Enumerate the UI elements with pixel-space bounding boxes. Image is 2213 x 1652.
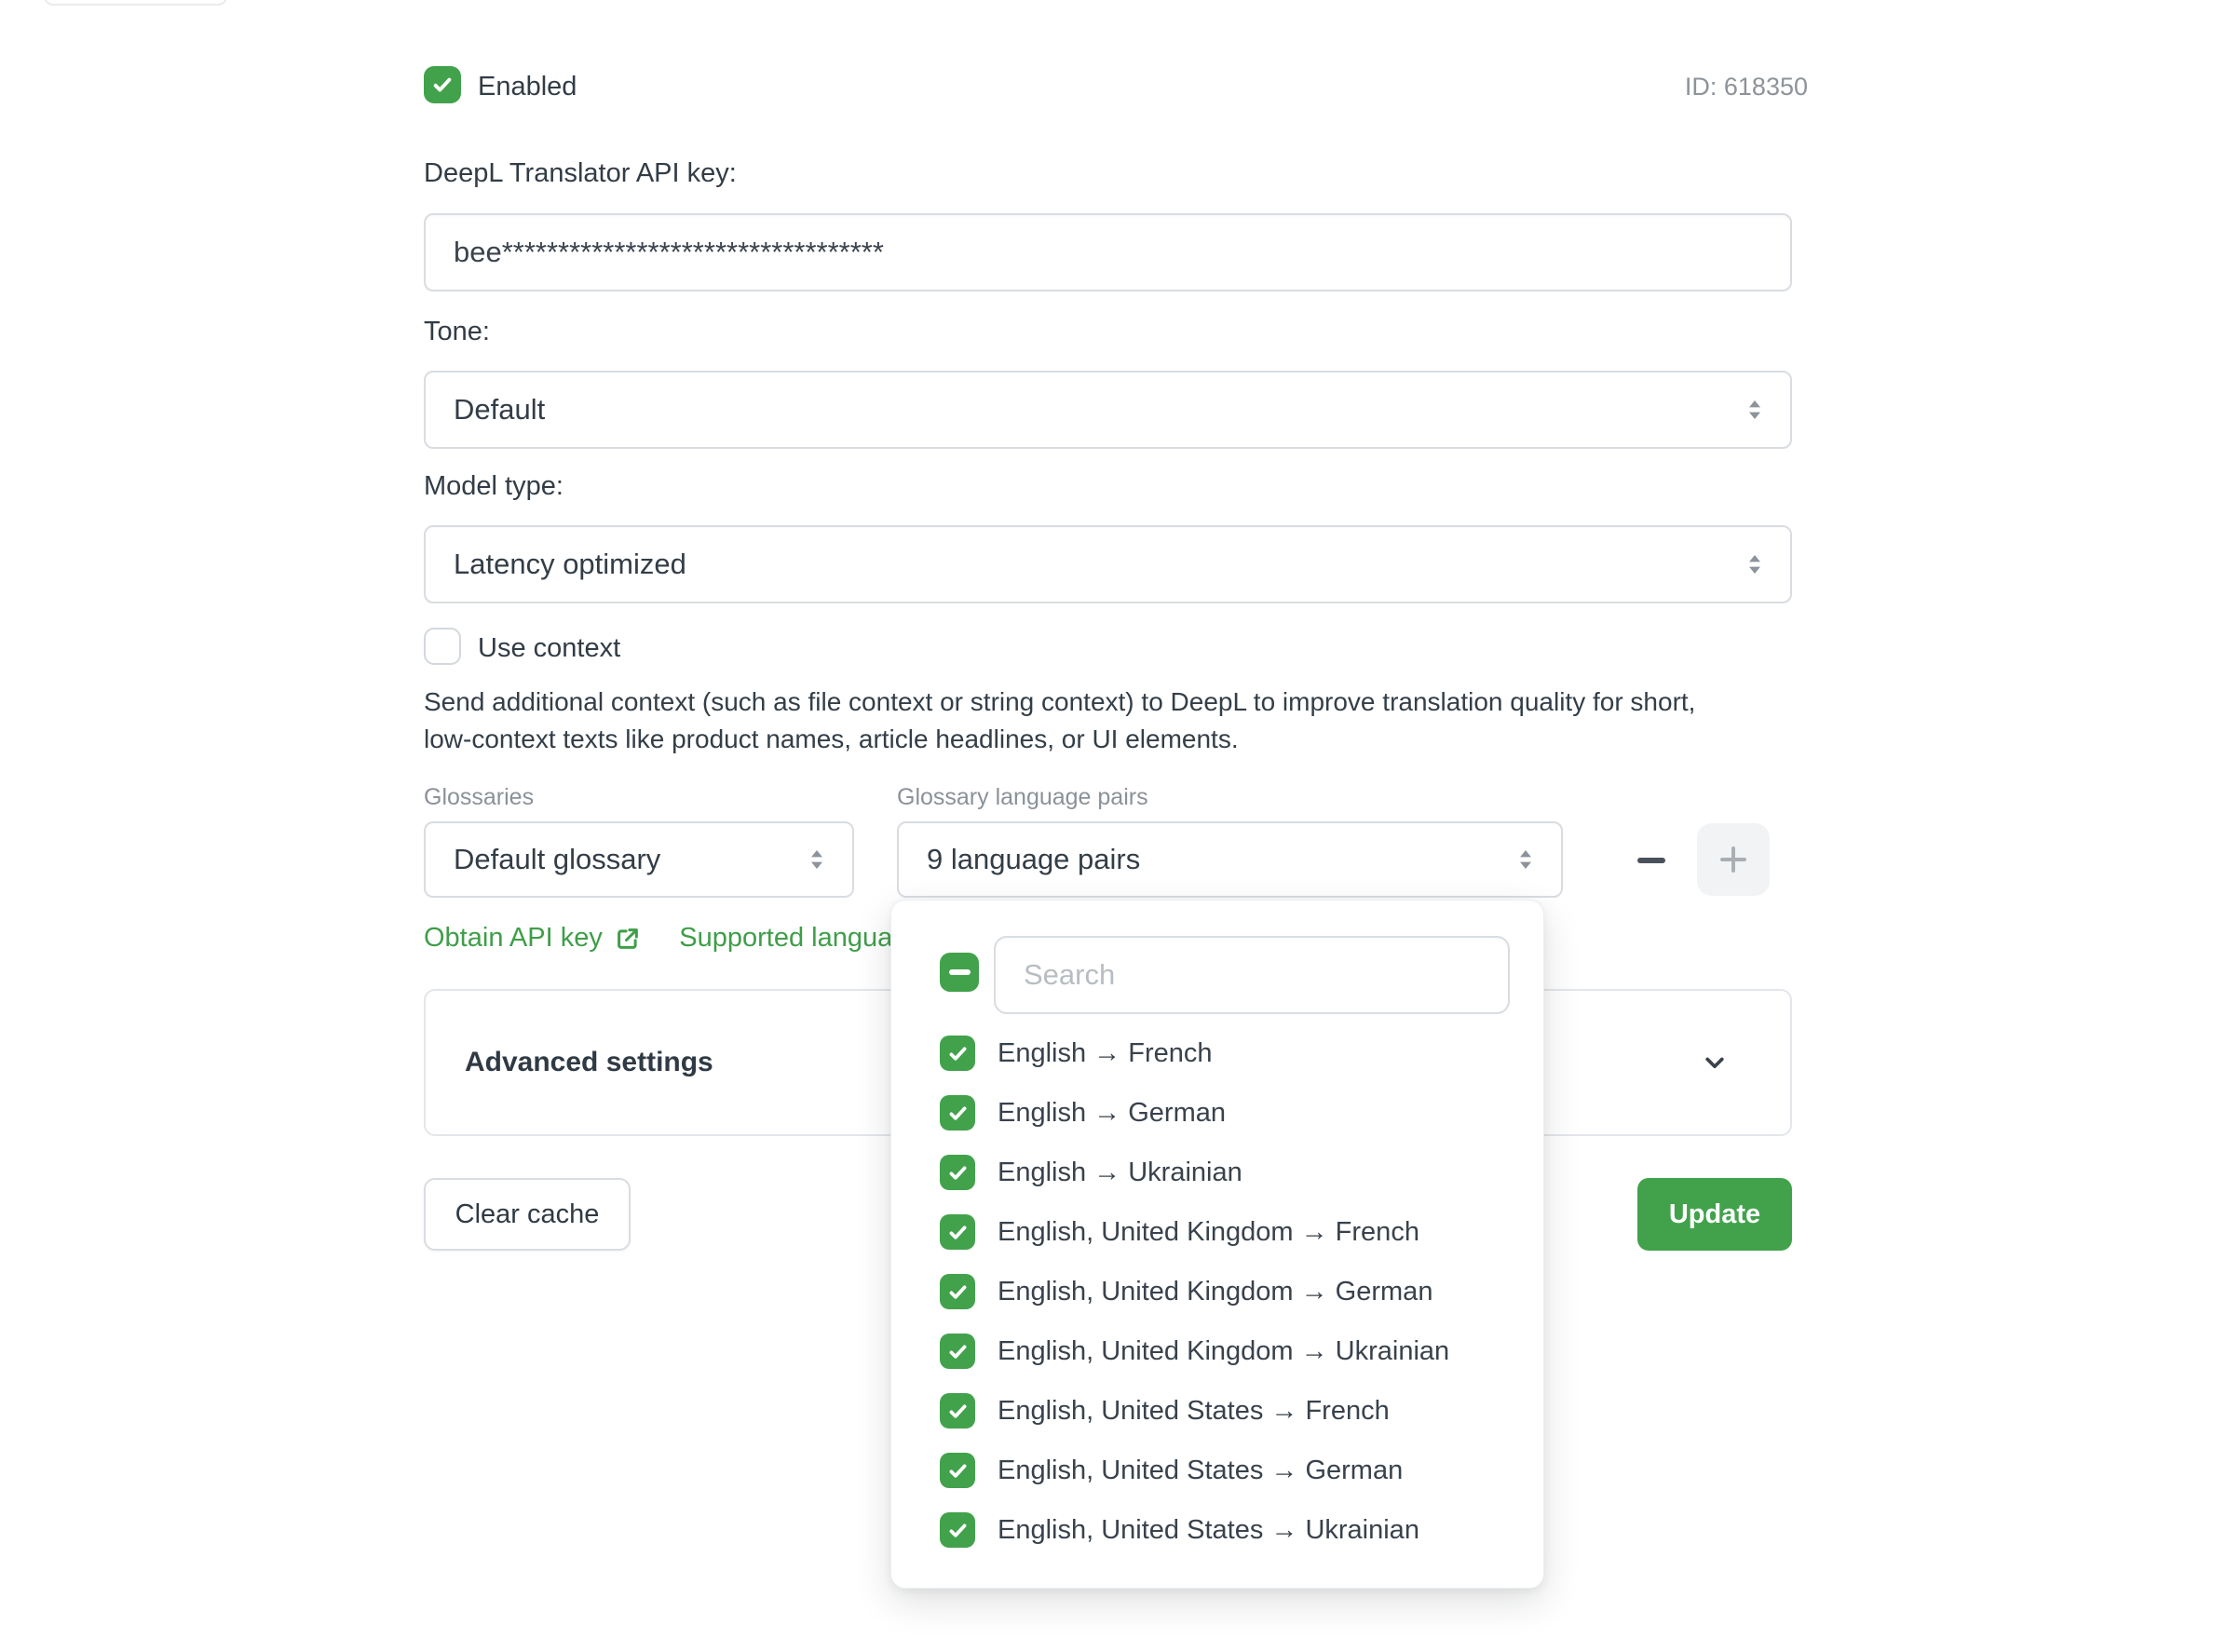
clear-cache-button[interactable]: Clear cache bbox=[424, 1178, 631, 1251]
glossary-pairs-select[interactable]: 9 language pairs bbox=[897, 821, 1563, 898]
minus-icon bbox=[1637, 858, 1665, 863]
checkbox-checked-icon[interactable] bbox=[940, 1155, 975, 1190]
deepl-integration-settings-page: Enabled ID: 618350 DeepL Translator API … bbox=[0, 0, 2213, 1652]
api-key-input[interactable] bbox=[424, 213, 1792, 291]
checkbox-checked-icon[interactable] bbox=[940, 1214, 975, 1250]
glossaries-label: Glossaries bbox=[424, 784, 534, 811]
select-stepper-icon bbox=[1740, 549, 1770, 579]
language-pair-option[interactable]: English, United States → Ukrainian bbox=[940, 1500, 1515, 1560]
api-key-label: DeepL Translator API key: bbox=[424, 158, 737, 189]
language-pair-option[interactable]: English, United States → German bbox=[940, 1441, 1515, 1500]
checkbox-checked-icon[interactable] bbox=[940, 1334, 975, 1369]
checkbox-checked-icon[interactable] bbox=[940, 1453, 975, 1488]
select-stepper-icon bbox=[802, 845, 832, 874]
language-pair-label: English → German bbox=[998, 1098, 1226, 1129]
use-context-checkbox[interactable] bbox=[424, 628, 461, 665]
language-pair-label: English → Ukrainian bbox=[998, 1158, 1242, 1188]
language-pair-option[interactable]: English, United States → French bbox=[940, 1381, 1515, 1441]
language-pair-label: English, United Kingdom → German bbox=[998, 1277, 1432, 1307]
integration-id: ID: 618350 bbox=[1685, 73, 1808, 102]
checkbox-checked-icon[interactable] bbox=[940, 1274, 975, 1309]
glossary-pairs-label: Glossary language pairs bbox=[897, 784, 1148, 811]
tone-label: Tone: bbox=[424, 317, 490, 347]
language-pair-label: English, United Kingdom → Ukrainian bbox=[998, 1336, 1449, 1367]
language-pair-list: English → French English → German Englis… bbox=[940, 1023, 1515, 1560]
model-type-label: Model type: bbox=[424, 471, 563, 502]
use-context-description: Send additional context (such as file co… bbox=[424, 684, 1746, 758]
enabled-label: Enabled bbox=[478, 72, 577, 102]
language-pair-label: English, United Kingdom → French bbox=[998, 1217, 1419, 1248]
chevron-down-icon bbox=[1699, 1047, 1731, 1078]
pairs-search-input[interactable] bbox=[994, 936, 1510, 1014]
remove-glossary-button[interactable] bbox=[1624, 834, 1678, 887]
select-stepper-icon bbox=[1511, 845, 1541, 874]
language-pairs-dropdown: English → French English → German Englis… bbox=[890, 900, 1544, 1589]
language-pair-label: English → French bbox=[998, 1038, 1213, 1069]
external-link-icon bbox=[614, 925, 642, 953]
glossary-pairs-selected-value: 9 language pairs bbox=[899, 843, 1511, 876]
language-pair-option[interactable]: English → German bbox=[940, 1083, 1515, 1143]
checkbox-checked-icon[interactable] bbox=[940, 1095, 975, 1131]
tone-select[interactable]: Default bbox=[424, 371, 1792, 449]
select-all-checkbox[interactable] bbox=[940, 953, 979, 992]
language-pair-label: English, United States → Ukrainian bbox=[998, 1515, 1419, 1546]
indeterminate-icon bbox=[949, 969, 971, 975]
enabled-checkbox[interactable] bbox=[424, 66, 461, 103]
tone-selected-value: Default bbox=[426, 393, 1740, 427]
model-type-selected-value: Latency optimized bbox=[426, 548, 1740, 581]
update-button[interactable]: Update bbox=[1637, 1178, 1792, 1251]
checkmark-icon bbox=[430, 73, 455, 97]
help-links-row: Obtain API key Supported languages bbox=[424, 923, 936, 954]
use-context-label: Use context bbox=[478, 633, 620, 664]
checkbox-checked-icon[interactable] bbox=[940, 1036, 975, 1071]
glossary-select[interactable]: Default glossary bbox=[424, 821, 854, 898]
language-pair-option[interactable]: English, United Kingdom → French bbox=[940, 1202, 1515, 1262]
select-stepper-icon bbox=[1740, 395, 1770, 425]
glossary-selected-value: Default glossary bbox=[426, 843, 802, 876]
language-pair-label: English, United States → French bbox=[998, 1396, 1390, 1427]
model-type-select[interactable]: Latency optimized bbox=[424, 525, 1792, 603]
language-pair-option[interactable]: English, United Kingdom → German bbox=[940, 1262, 1515, 1321]
obtain-api-key-link[interactable]: Obtain API key bbox=[424, 923, 642, 954]
checkbox-checked-icon[interactable] bbox=[940, 1393, 975, 1429]
language-pair-option[interactable]: English → French bbox=[940, 1023, 1515, 1083]
cropped-top-card bbox=[44, 0, 227, 6]
language-pair-label: English, United States → German bbox=[998, 1456, 1403, 1486]
language-pair-option[interactable]: English → Ukrainian bbox=[940, 1143, 1515, 1202]
checkbox-checked-icon[interactable] bbox=[940, 1512, 975, 1548]
add-glossary-button[interactable] bbox=[1697, 823, 1770, 896]
plus-icon bbox=[1717, 843, 1750, 876]
language-pair-option[interactable]: English, United Kingdom → Ukrainian bbox=[940, 1321, 1515, 1381]
obtain-api-key-link-label: Obtain API key bbox=[424, 923, 603, 954]
